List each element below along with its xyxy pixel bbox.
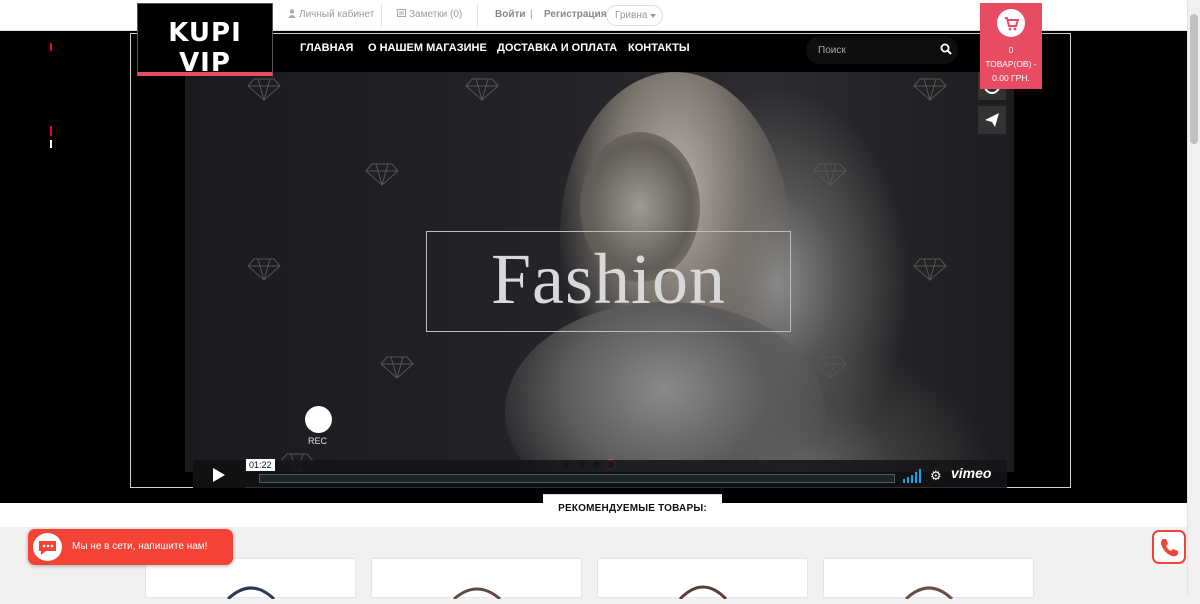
diamond-pattern-icon xyxy=(247,258,281,281)
rec-indicator xyxy=(305,406,332,433)
paper-plane-icon xyxy=(985,113,999,127)
diamond-pattern-icon xyxy=(813,356,847,379)
diamond-pattern-icon xyxy=(465,78,499,101)
product-image xyxy=(226,586,276,601)
account-label: Личный кабинет xyxy=(299,9,375,20)
diamond-pattern-icon xyxy=(365,163,399,186)
product-card[interactable] xyxy=(597,558,808,601)
logo-text: KUPI VIP xyxy=(168,18,242,78)
fashion-title-box: Fashion xyxy=(426,231,791,332)
vimeo-logo[interactable]: vimeo xyxy=(951,465,991,481)
chevron-down-icon xyxy=(650,14,656,18)
cart-total: 0.00 ГРН. xyxy=(992,73,1030,83)
fashion-title: Fashion xyxy=(490,239,727,319)
gear-icon[interactable]: ⚙ xyxy=(930,468,942,484)
cart-widget[interactable]: 0 ТОВАР(ОВ) - 0.00 ГРН. xyxy=(980,3,1042,89)
search-icon[interactable] xyxy=(940,43,952,55)
cart-items-label: ТОВАР(ОВ) - xyxy=(985,59,1037,69)
phone-icon xyxy=(1161,539,1178,557)
phone-button[interactable] xyxy=(1152,530,1186,564)
cart-icon xyxy=(997,9,1025,37)
register-link[interactable]: Регистрация xyxy=(544,9,607,20)
currency-value: Гривна xyxy=(615,10,648,21)
volume-icon[interactable] xyxy=(903,469,923,483)
currency-select[interactable]: Гривна xyxy=(606,5,663,26)
account-link[interactable]: Личный кабинет xyxy=(288,9,374,20)
notes-label: Заметки (0) xyxy=(409,9,463,20)
diamond-pattern-icon xyxy=(380,356,414,379)
product-image xyxy=(904,586,954,601)
site-logo[interactable]: KUPI VIP xyxy=(137,3,273,78)
search-box xyxy=(806,36,958,64)
nav-item-about[interactable]: О НАШЕМ МАГАЗИНЕ xyxy=(368,42,487,54)
video-controls: 01:22 ⚙ vimeo xyxy=(193,459,1007,488)
decor-mark xyxy=(50,43,52,51)
nav-item-delivery[interactable]: ДОСТАВКА И ОПЛАТА xyxy=(497,42,617,54)
user-icon xyxy=(288,9,296,18)
video-timecode: 01:22 xyxy=(246,459,275,471)
login-link[interactable]: Войти xyxy=(495,9,526,20)
nav-item-contacts[interactable]: КОНТАКТЫ xyxy=(628,42,690,54)
diamond-pattern-icon xyxy=(913,258,947,281)
product-card[interactable] xyxy=(823,558,1034,601)
nav-item-home[interactable]: ГЛАВНАЯ xyxy=(300,42,353,54)
play-icon xyxy=(213,468,225,482)
diamond-pattern-icon xyxy=(913,78,947,101)
scrollbar-thumb[interactable] xyxy=(1190,14,1198,144)
notes-icon xyxy=(397,9,406,17)
decor-mark xyxy=(50,126,52,136)
notes-link[interactable]: Заметки (0) xyxy=(397,9,462,20)
decor-mark xyxy=(50,140,52,148)
share-button[interactable] xyxy=(978,106,1006,134)
chat-widget[interactable]: Мы не в сети, напишите нам! xyxy=(28,529,233,565)
product-card[interactable] xyxy=(371,558,582,601)
cart-count: 0 xyxy=(1008,45,1014,55)
rec-label: REC xyxy=(308,436,328,446)
topbar-separator: | xyxy=(530,9,533,20)
search-input[interactable] xyxy=(816,42,931,58)
product-image xyxy=(678,585,728,601)
page-scrollbar[interactable] xyxy=(1187,0,1200,595)
play-button[interactable] xyxy=(193,460,245,488)
product-image xyxy=(453,587,501,601)
video-progress-bar[interactable] xyxy=(259,474,895,483)
diamond-pattern-icon xyxy=(247,78,281,101)
chat-text: Мы не в сети, напишите нам! xyxy=(72,541,208,552)
recommended-title: РЕКОМЕНДУЕМЫЕ ТОВАРЫ: xyxy=(543,494,722,520)
diamond-pattern-icon xyxy=(813,163,847,186)
chat-bubble-icon xyxy=(33,533,62,561)
